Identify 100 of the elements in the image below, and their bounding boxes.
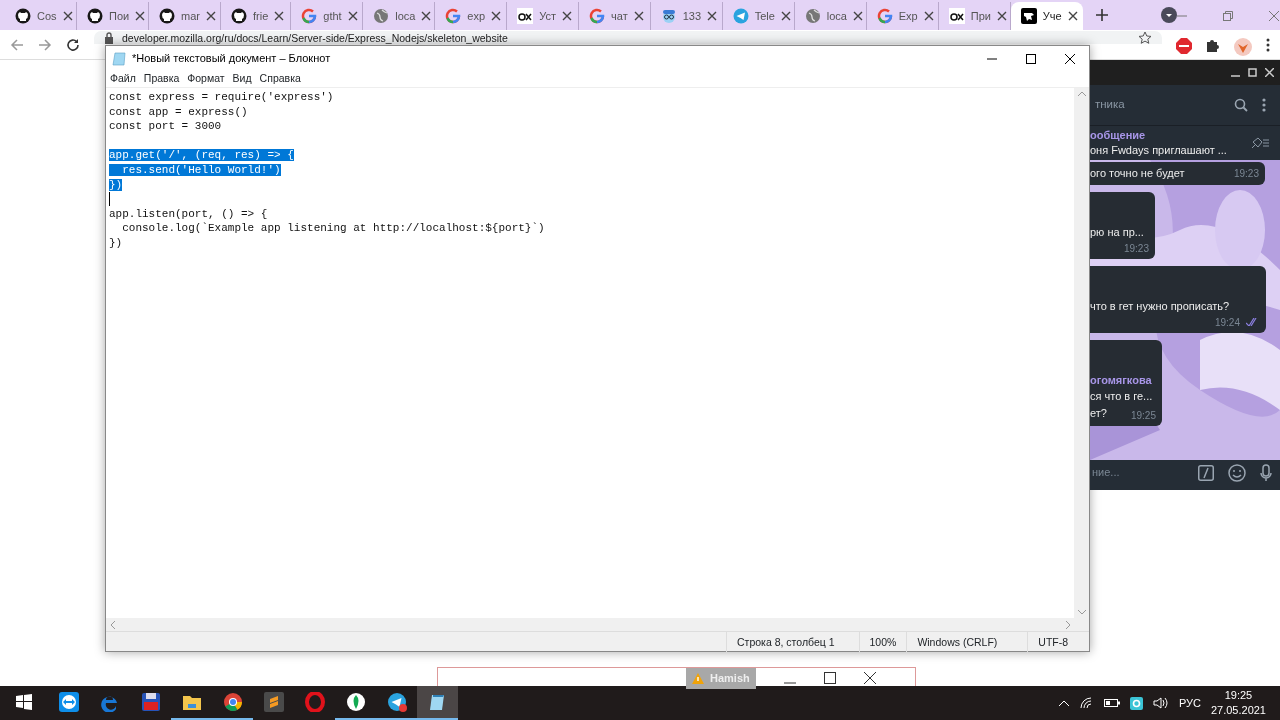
paper-plane-icon (732, 8, 749, 24)
url-text: developer.mozilla.org/ru/docs/Learn/Server-side/Express_Nodejs/skeleton_website (122, 32, 508, 44)
stop-sign-icon[interactable] (1176, 38, 1192, 54)
message-text: ет? (1090, 405, 1107, 421)
warning-label: Hamish (686, 668, 756, 689)
close-icon[interactable] (1067, 11, 1078, 21)
leaf-icon (345, 692, 366, 712)
caret-up-icon[interactable] (1057, 699, 1070, 707)
close-icon[interactable] (135, 11, 146, 21)
close-icon[interactable] (996, 11, 1007, 21)
menu-item[interactable]: Формат (187, 71, 225, 87)
address-bar[interactable]: developer.mozilla.org/ru/docs/Learn/Server-side/Express_Nodejs/skeleton_website (94, 31, 1162, 44)
cat-silhouette-icon (159, 8, 175, 24)
close-icon[interactable] (347, 11, 358, 21)
code-line: const port = 3000 (109, 120, 222, 133)
text-cursor (109, 192, 110, 207)
pinned-title[interactable]: ообщение (1090, 128, 1240, 143)
restore-icon[interactable] (1222, 11, 1233, 21)
forward-arrow-icon[interactable] (38, 38, 52, 52)
pin-list-icon[interactable] (1250, 136, 1270, 150)
close-icon[interactable] (274, 11, 285, 21)
clock-time[interactable]: 19:25 (1210, 688, 1266, 703)
browser-tab[interactable]: frie (221, 2, 292, 30)
plus-icon[interactable] (1094, 8, 1109, 22)
clock-date[interactable]: 27.05.2021 (1210, 703, 1266, 718)
cat-silhouette-icon (15, 8, 31, 24)
browser-tab[interactable]: чат (579, 2, 651, 30)
tricolor-circle-icon (222, 692, 243, 712)
message-time: 19:23 (1123, 241, 1149, 256)
fox-avatar-icon[interactable] (1234, 38, 1252, 56)
code-line: const app = express() (109, 105, 248, 118)
speaker-icon[interactable] (1152, 697, 1169, 709)
message-text: ся что в ге... (1090, 388, 1154, 404)
close-icon[interactable] (62, 11, 73, 21)
browser-tab[interactable]: Уст (507, 2, 580, 30)
profile-circle-icon[interactable] (1160, 7, 1177, 23)
puzzle-piece-icon[interactable] (1206, 38, 1220, 52)
search-hint: тника (1095, 97, 1126, 113)
close-icon[interactable] (421, 11, 432, 21)
more-dots-icon[interactable] (1262, 98, 1266, 112)
menu-item[interactable]: Вид (232, 71, 252, 87)
message-text: что в гет нужно прописать? (1090, 298, 1231, 314)
close-icon[interactable] (780, 11, 791, 21)
globe-icon (804, 8, 821, 24)
close-icon[interactable] (863, 672, 876, 684)
multicolor-g-icon (445, 8, 462, 24)
reload-icon[interactable] (66, 38, 80, 52)
browser-tab[interactable]: Exp (866, 2, 939, 30)
menu-item[interactable]: Справка (259, 71, 301, 87)
maximize-icon[interactable] (823, 672, 836, 684)
pinned-text[interactable]: оня Fwdays приглашают ... (1090, 143, 1240, 158)
browser-tab[interactable]: Cos (5, 2, 77, 30)
message-text: ого точно не будет (1090, 166, 1185, 181)
shield-icon[interactable] (1129, 696, 1143, 710)
browser-tab[interactable]: Tele (722, 2, 795, 30)
star-icon[interactable] (1138, 31, 1152, 45)
slash-command-icon[interactable] (1198, 464, 1214, 481)
browser-tab[interactable]: При (938, 2, 1011, 30)
emoji-icon[interactable] (1228, 463, 1246, 482)
back-arrow-icon[interactable] (10, 38, 24, 52)
status-text: 100% (858, 631, 907, 652)
cat-silhouette-icon (231, 8, 247, 24)
sender-name[interactable]: огомягкова (1090, 372, 1156, 389)
close-icon[interactable] (1064, 53, 1075, 64)
menu-item[interactable]: Файл (110, 71, 136, 87)
browser-tab[interactable]: exp (435, 2, 508, 30)
browser-tab[interactable]: Уче (1010, 2, 1083, 30)
wifi-icon[interactable] (1079, 697, 1094, 709)
language-indicator[interactable]: РУС (1178, 694, 1201, 712)
maximize-icon[interactable] (1025, 53, 1036, 64)
message-time: 19:25 (1130, 408, 1156, 423)
code-line: }) (109, 236, 123, 249)
browser-tab[interactable]: Пои (77, 2, 149, 30)
battery-icon[interactable] (1103, 698, 1120, 708)
globe-icon (373, 8, 390, 24)
dinosaur-head-icon (1020, 8, 1037, 24)
close-icon[interactable] (707, 11, 718, 21)
message-text: рю на пр... (1090, 224, 1145, 240)
close-icon[interactable] (205, 11, 216, 21)
browser-tab[interactable]: mar (149, 2, 221, 30)
browser-tab[interactable]: 133 (650, 2, 723, 30)
multicolor-g-icon (589, 8, 606, 24)
paper-plane-icon (386, 692, 407, 712)
browser-tab[interactable]: loca (363, 2, 436, 30)
close-icon[interactable] (852, 11, 863, 21)
menu-item[interactable]: Правка (143, 71, 180, 87)
search-icon[interactable] (1234, 98, 1248, 112)
glasses-face-icon (660, 8, 677, 24)
status-text: Строка 8, столбец 1 (726, 631, 859, 652)
taskbar-app[interactable] (417, 686, 458, 720)
more-dots-icon[interactable] (1266, 38, 1270, 52)
close-icon[interactable] (491, 11, 502, 21)
close-icon[interactable] (562, 11, 573, 21)
close-icon[interactable] (633, 11, 644, 21)
zigzag-icon (263, 692, 284, 712)
browser-tab[interactable]: gtht (291, 2, 364, 30)
browser-tab[interactable]: loca (794, 2, 867, 30)
window-title: *Новый текстовый документ – Блокнот (132, 51, 331, 67)
close-icon[interactable] (923, 11, 934, 21)
microphone-icon[interactable] (1260, 463, 1272, 482)
